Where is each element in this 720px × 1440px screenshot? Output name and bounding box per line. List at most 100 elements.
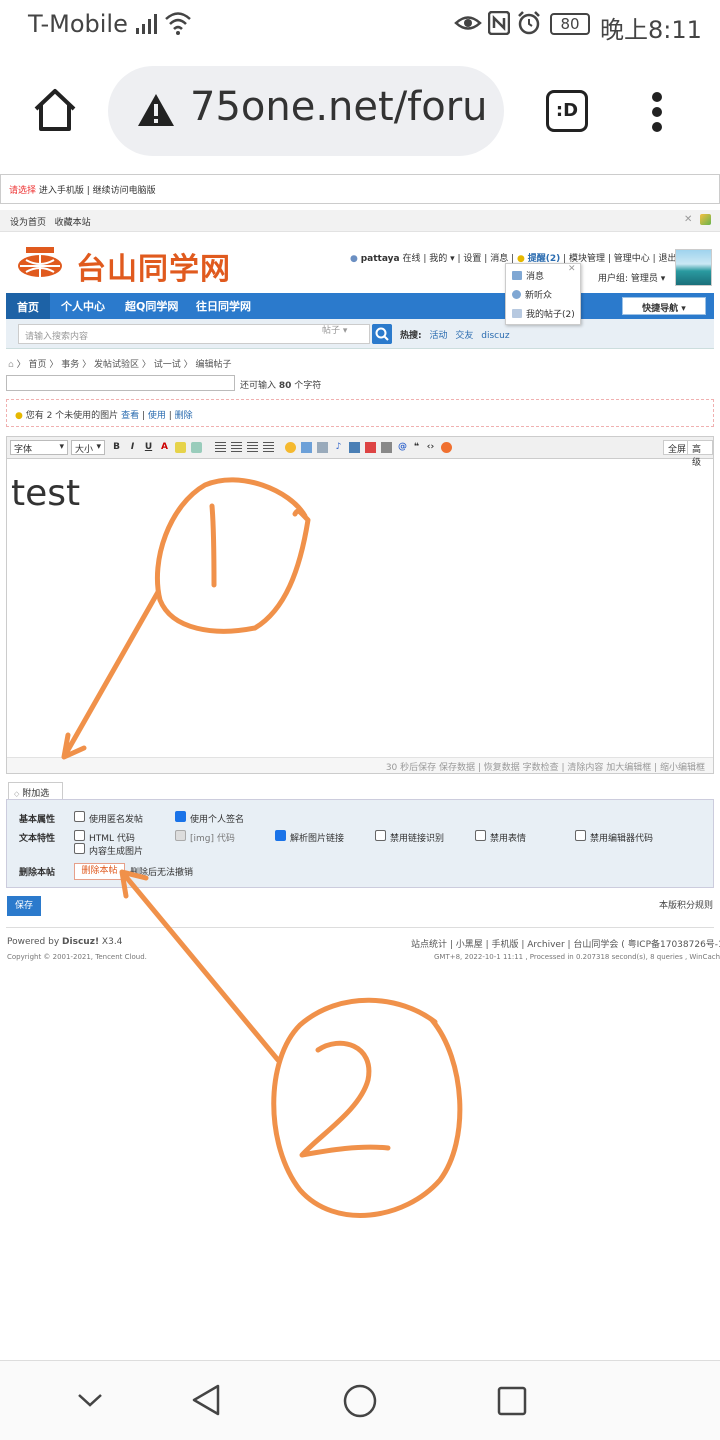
quick-nav-button[interactable]: 快捷导航 ▾ [622, 297, 706, 315]
breadcrumb-item[interactable]: 发帖试验区 [94, 360, 139, 370]
powered-prefix: Powered by [7, 937, 60, 947]
editor-content[interactable]: test [11, 473, 80, 514]
at-icon[interactable]: @ [397, 442, 408, 453]
hot-term[interactable]: discuz [481, 331, 509, 341]
clock-time: 晚上8:11 [600, 16, 702, 44]
popup-item-my-posts[interactable]: 我的帖子(2) [512, 307, 575, 320]
my-menu[interactable]: 我的 [429, 254, 447, 264]
qq-icon[interactable] [441, 442, 452, 453]
bookmark-link[interactable]: 收藏本站 [55, 218, 91, 228]
font-select[interactable]: 字体 ▾ [10, 440, 68, 455]
settings-link[interactable]: 设置 [463, 254, 481, 264]
link-icon[interactable] [191, 442, 202, 453]
user-group[interactable]: 用户组: 管理员 ▾ [598, 271, 665, 284]
chevron-down-icon[interactable] [76, 1391, 104, 1409]
close-icon[interactable]: ✕ [684, 214, 692, 225]
hot-search: 热搜: 活动 交友 discuz [400, 328, 510, 341]
enter-mobile-link[interactable]: 进入手机版 [39, 186, 84, 196]
table-icon[interactable] [381, 442, 392, 453]
search-icon[interactable] [372, 324, 392, 344]
view-images-link[interactable]: 查看 [121, 411, 139, 421]
highlight-icon[interactable] [175, 442, 186, 453]
search-scope-select[interactable]: 帖子 ▾ [322, 323, 347, 336]
home-icon[interactable]: ⌂ [8, 360, 14, 370]
style-switch-icon[interactable] [700, 214, 711, 225]
signature-checkbox[interactable] [175, 811, 186, 822]
align-center-icon[interactable] [231, 442, 242, 453]
system-nav-bar [0, 1360, 720, 1440]
text-color-icon[interactable]: A [159, 442, 170, 453]
notice-separator: | [83, 186, 93, 196]
popup-item-label: 我的帖子(2) [526, 310, 575, 320]
anonymous-checkbox[interactable] [74, 811, 85, 822]
popup-close-icon[interactable]: ✕ [568, 264, 576, 274]
html-code-checkbox[interactable] [74, 830, 85, 841]
image-icon[interactable] [301, 442, 312, 453]
logout-link[interactable]: 退出 [659, 254, 677, 264]
url-text[interactable]: 75one.net/foru [190, 84, 488, 130]
nav-item-past[interactable]: 往日同学网 [196, 298, 251, 314]
points-rules-link[interactable]: 本版积分规则 [659, 898, 713, 911]
back-icon[interactable] [190, 1383, 222, 1417]
hot-term[interactable]: 交友 [455, 331, 473, 341]
browser-menu-icon[interactable] [650, 92, 664, 132]
username-link[interactable]: pattaya [361, 254, 400, 264]
code-icon[interactable]: ‹› [425, 442, 436, 453]
home-icon[interactable] [30, 85, 80, 135]
delete-post-button[interactable]: 删除本帖 [74, 863, 125, 880]
char-count-hint: 还可输入 80 个字符 [240, 378, 321, 391]
attachment-icon[interactable] [317, 442, 328, 453]
not-secure-warning-icon[interactable] [136, 92, 176, 128]
addon-options-tab[interactable]: ◇ 附加选项 [8, 782, 63, 812]
list-icon[interactable] [263, 442, 274, 453]
bold-icon[interactable]: B [111, 442, 122, 453]
nav-item-superq[interactable]: 超Q同学网 [125, 298, 178, 314]
quote-icon[interactable]: ❝ [411, 442, 422, 453]
discuz-link[interactable]: Discuz! [62, 937, 99, 947]
avatar[interactable] [675, 249, 712, 286]
post-title-input[interactable] [6, 375, 235, 391]
breadcrumb-item[interactable]: 事务 [61, 360, 79, 370]
parse-links-checkbox[interactable] [275, 830, 286, 841]
content-image-checkbox[interactable] [74, 843, 85, 854]
save-button[interactable]: 保存 [7, 896, 41, 916]
hint-count: 80 [278, 381, 292, 391]
delete-images-link[interactable]: 删除 [175, 411, 193, 421]
disable-smiley-checkbox[interactable] [475, 830, 486, 841]
nav-item-profile[interactable]: 个人中心 [61, 298, 105, 314]
tab-switcher-button[interactable]: :D [546, 90, 588, 132]
italic-icon[interactable]: I [127, 442, 138, 453]
continue-desktop-link[interactable]: 继续访问电脑版 [93, 186, 156, 196]
popup-item-listeners[interactable]: 新听众 [512, 288, 552, 301]
align-left-icon[interactable] [215, 442, 226, 453]
address-bar[interactable]: 75one.net/foru [108, 66, 504, 156]
person-icon [512, 290, 521, 299]
video-icon[interactable] [349, 442, 360, 453]
footer-links[interactable]: 站点统计 | 小黑屋 | 手机版 | Archiver | 台山同学会 ( 粤I… [411, 937, 720, 950]
globe-logo-icon[interactable] [16, 246, 64, 280]
recents-icon[interactable] [496, 1385, 528, 1417]
disable-editor-code-checkbox[interactable] [575, 830, 586, 841]
underline-icon[interactable]: U [143, 442, 154, 453]
search-input[interactable]: 请输入搜索内容 [18, 324, 370, 344]
home-circle-icon[interactable] [342, 1383, 378, 1419]
battery-icon: 80 [550, 13, 590, 35]
music-icon[interactable]: ♪ [333, 442, 344, 453]
advanced-button[interactable]: 高级 [687, 440, 713, 468]
nav-item-home[interactable]: 首页 [6, 293, 50, 319]
size-select[interactable]: 大小 ▾ [71, 440, 105, 455]
smiley-icon[interactable] [285, 442, 296, 453]
admin-center-link[interactable]: 管理中心 [614, 254, 650, 264]
set-home-link[interactable]: 设为首页 [10, 218, 46, 228]
breadcrumb-item[interactable]: 试一试 [154, 360, 181, 370]
site-logo-text[interactable]: 台山同学网 [76, 244, 231, 288]
align-right-icon[interactable] [247, 442, 258, 453]
disable-link-checkbox[interactable] [375, 830, 386, 841]
hot-term[interactable]: 活动 [429, 331, 447, 341]
popup-item-messages[interactable]: 消息 [512, 269, 544, 282]
flash-icon[interactable] [365, 442, 376, 453]
font-select-label: 字体 [14, 445, 33, 455]
editor-status-bar[interactable]: 30 秒后保存 保存数据 | 恢复数据 字数检查 | 清除内容 加大编辑框 | … [7, 757, 713, 773]
use-images-link[interactable]: 使用 [148, 411, 166, 421]
breadcrumb-item[interactable]: 首页 [28, 360, 46, 370]
